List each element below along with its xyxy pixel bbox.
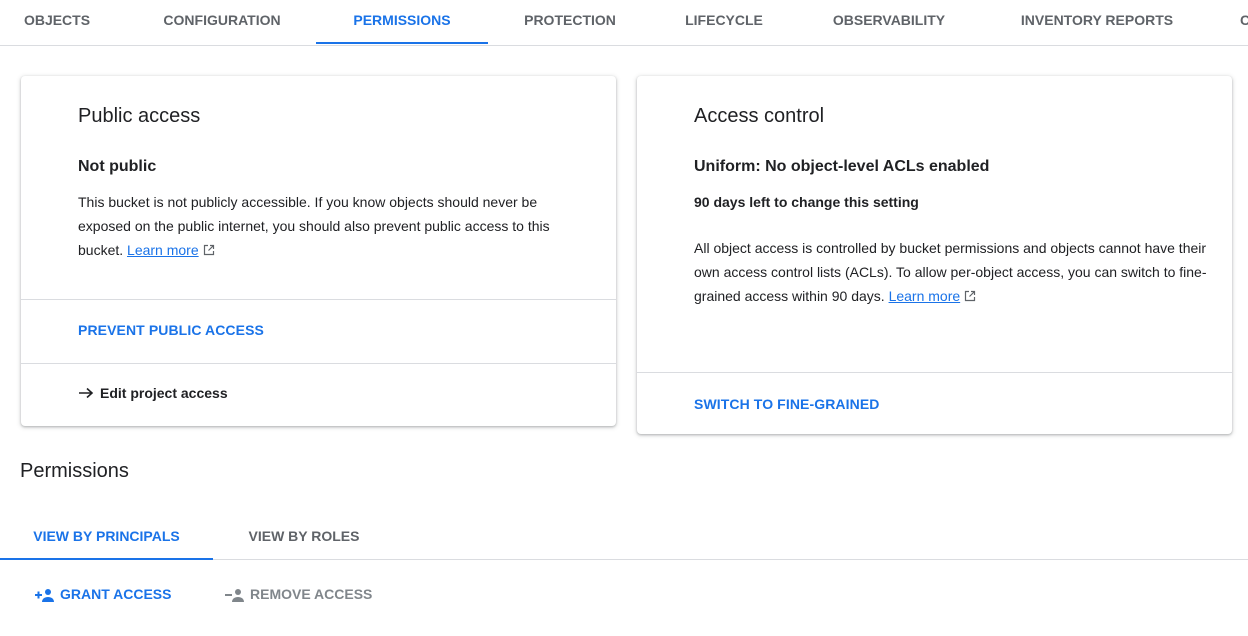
person-add-icon	[35, 589, 54, 602]
public-access-card: Public access Not public This bucket is …	[21, 76, 616, 426]
tab-protection[interactable]: PROTECTION	[518, 0, 622, 44]
tab-objects[interactable]: OBJECTS	[20, 0, 94, 44]
switch-to-fine-grained-button[interactable]: SWITCH TO FINE-GRAINED	[694, 396, 880, 412]
access-control-title: Access control	[694, 105, 825, 127]
tab-overflow[interactable]: C	[1240, 0, 1248, 44]
remove-access-label: REMOVE ACCESS	[250, 586, 373, 602]
open-in-new-icon	[965, 290, 976, 302]
prevent-public-access-button[interactable]: PREVENT PUBLIC ACCESS	[78, 322, 264, 338]
tab-configuration[interactable]: CONFIGURATION	[156, 0, 288, 44]
public-access-title: Public access	[78, 105, 201, 127]
tab-permissions[interactable]: PERMISSIONS	[316, 0, 488, 44]
access-control-mode: Uniform: No object-level ACLs enabled	[694, 158, 990, 175]
person-remove-icon	[225, 589, 244, 602]
remove-access-button[interactable]: REMOVE ACCESS	[222, 584, 372, 604]
access-control-learn-more-link[interactable]: Learn more	[889, 288, 961, 304]
public-access-learn-more-link[interactable]: Learn more	[127, 242, 199, 258]
public-access-divider-1	[21, 299, 616, 300]
tab-observability[interactable]: OBSERVABILITY	[826, 0, 952, 44]
tab-lifecycle[interactable]: LIFECYCLE	[680, 0, 768, 44]
tab-inventory-reports[interactable]: INVENTORY REPORTS	[1012, 0, 1182, 44]
arrow-forward-icon	[79, 387, 94, 399]
access-control-days-left: 90 days left to change this setting	[694, 194, 919, 210]
open-in-new-icon	[203, 244, 214, 256]
access-control-card: Access control Uniform: No object-level …	[637, 76, 1232, 434]
public-access-status: Not public	[78, 158, 157, 175]
edit-project-access-label: Edit project access	[100, 385, 228, 401]
grant-access-label: GRANT ACCESS	[60, 586, 172, 602]
grant-access-button[interactable]: GRANT ACCESS	[32, 584, 172, 604]
permissions-view-tabs: VIEW BY PRINCIPALS VIEW BY ROLES	[0, 516, 1248, 560]
edit-project-access-link[interactable]: Edit project access	[78, 385, 228, 401]
bucket-tab-bar: OBJECTS CONFIGURATION PERMISSIONS PROTEC…	[0, 0, 1248, 46]
tab-view-by-principals[interactable]: VIEW BY PRINCIPALS	[0, 516, 213, 560]
access-control-description-block: All object access is controlled by bucke…	[694, 236, 1214, 308]
access-control-divider	[637, 372, 1232, 373]
public-access-description-block: This bucket is not publicly accessible. …	[78, 190, 578, 262]
public-access-divider-2	[21, 363, 616, 364]
permissions-heading: Permissions	[20, 460, 129, 482]
tab-view-by-roles[interactable]: VIEW BY ROLES	[228, 516, 380, 559]
